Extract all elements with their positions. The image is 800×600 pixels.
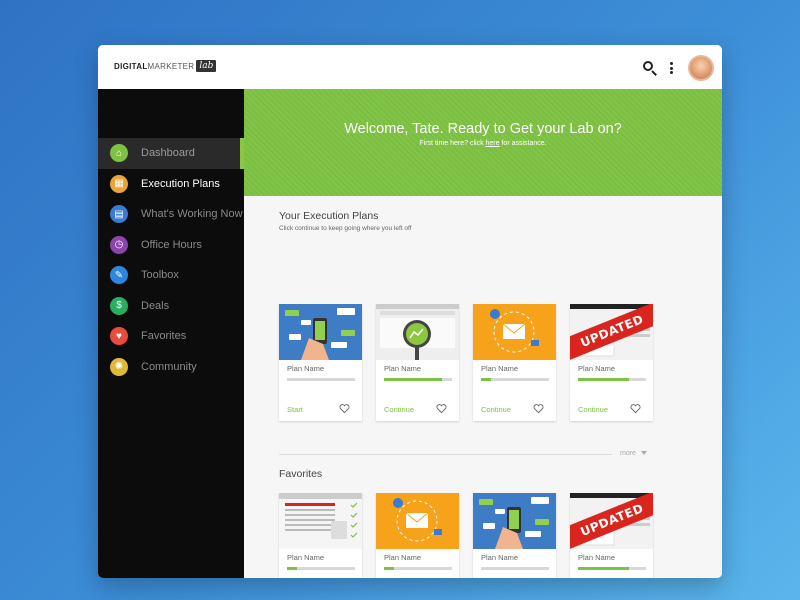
sidebar-item-label: Community [141,360,197,373]
plan-card[interactable]: Plan NameStart [473,493,556,578]
plan-thumbnail [473,493,556,549]
progress-bar [287,378,355,381]
home-icon: ⌂ [110,144,128,163]
dollar-icon: $ [110,296,128,315]
progress-fill [578,567,629,570]
community-icon: ✺ [110,357,128,376]
assistance-link[interactable]: here [486,140,500,147]
sidebar-item-execution-plans[interactable]: ▦ Execution Plans [98,169,244,200]
top-bar: DIGITAL MARKETER lab [98,45,722,89]
plan-name: Plan Name [481,553,519,562]
sidebar-item-deals[interactable]: $ Deals [98,291,244,322]
logo[interactable]: DIGITAL MARKETER lab [114,58,217,74]
progress-fill [384,567,395,570]
plan-thumbnail [279,304,362,360]
plan-card[interactable]: Plan Name Continue [376,304,459,421]
execution-plans-title: Your Execution Plans [279,210,379,222]
plan-thumbnail: UPDATED [570,493,653,549]
progress-fill [287,567,298,570]
logo-marketer: MARKETER [147,61,195,71]
section-divider [279,454,612,455]
plan-name: Plan Name [481,364,519,373]
map-icon: ▦ [110,174,128,193]
plan-card[interactable]: Plan Name Continue [473,304,556,421]
logo-digital: DIGITAL [114,61,148,71]
plan-thumbnail [279,493,362,549]
more-label: more [620,450,636,457]
sidebar-item-label: Favorites [141,330,187,343]
plan-action-button[interactable]: Continue [578,405,608,414]
heart-icon: ♥ [110,327,128,346]
welcome-sub-before: First time here? click [419,140,486,147]
progress-bar [578,378,646,381]
sidebar-item-label: Toolbox [141,269,179,282]
plan-thumbnail [473,304,556,360]
plan-action-button[interactable]: Continue [384,405,414,414]
plan-thumbnail [376,493,459,549]
wrench-icon: ✎ [110,266,128,285]
sidebar-item-favorites[interactable]: ♥ Favorites [98,321,244,352]
main-content: Your Execution Plans Click continue to k… [244,196,722,578]
plan-card[interactable]: Plan NameContinue [279,493,362,578]
sidebar-item-toolbox[interactable]: ✎ Toolbox [98,260,244,291]
welcome-banner: Welcome, Tate. Ready to Get your Lab on?… [244,89,722,196]
progress-bar [287,567,355,570]
plan-card[interactable]: Plan Name Start [279,304,362,421]
progress-bar [384,567,452,570]
sidebar-item-what-s-working-now[interactable]: ▤ What's Working Now [98,199,244,230]
plan-name: Plan Name [384,364,422,373]
favorites-title: Favorites [279,468,323,480]
plan-thumbnail [376,304,459,360]
plan-name: Plan Name [384,553,422,562]
welcome-subtitle: First time here? click here for assistan… [244,140,722,147]
more-options-icon[interactable] [668,60,674,76]
progress-fill [578,378,629,381]
app-window: DIGITAL MARKETER lab ⌂ Dashboard ▦ Executio… [98,45,722,578]
plan-card[interactable]: UPDATEDPlan NameContinue [570,493,653,578]
heart-icon[interactable] [533,403,544,414]
search-icon[interactable] [640,58,660,78]
sidebar-item-label: Deals [141,299,170,312]
sidebar-nav: ⌂ Dashboard ▦ Execution Plans ▤ What's Workin… [98,138,244,382]
plan-name: Plan Name [287,553,325,562]
progress-fill [481,378,492,381]
plan-action-button[interactable]: Start [287,405,303,414]
heart-icon[interactable] [630,403,641,414]
clock-icon: ◷ [110,235,128,254]
progress-bar [481,567,549,570]
sidebar-item-community[interactable]: ✺ Community [98,352,244,383]
welcome-sub-after: for assistance. [499,140,547,147]
chevron-down-icon [640,451,647,456]
heart-icon[interactable] [339,403,350,414]
sidebar-item-office-hours[interactable]: ◷ Office Hours [98,230,244,261]
plan-card[interactable]: Plan NameContinue [376,493,459,578]
logo-lab: lab [196,60,217,72]
sidebar-item-label: What's Working Now [141,208,243,221]
sidebar-item-dashboard[interactable]: ⌂ Dashboard [98,138,244,169]
sidebar: ⌂ Dashboard ▦ Execution Plans ▤ What's Workin… [98,89,244,578]
progress-bar [384,378,452,381]
sidebar-item-label: Dashboard [141,147,195,160]
heart-icon[interactable] [436,403,447,414]
plan-name: Plan Name [287,364,325,373]
top-icons [640,55,714,81]
plan-thumbnail: UPDATED [570,304,653,360]
progress-bar [481,378,549,381]
plan-action-button[interactable]: Continue [481,405,511,414]
plan-name: Plan Name [578,553,616,562]
sidebar-item-label: Execution Plans [141,177,220,190]
progress-bar [578,567,646,570]
plan-card[interactable]: UPDATED Plan Name Continue [570,304,653,421]
sidebar-item-label: Office Hours [141,238,202,251]
calendar-icon: ▤ [110,205,128,224]
avatar[interactable] [688,55,714,81]
progress-fill [384,378,442,381]
execution-plans-subtitle: Click continue to keep going where you l… [279,225,412,232]
plan-name: Plan Name [578,364,616,373]
more-button[interactable]: more [620,450,647,457]
welcome-title: Welcome, Tate. Ready to Get your Lab on? [344,121,622,137]
